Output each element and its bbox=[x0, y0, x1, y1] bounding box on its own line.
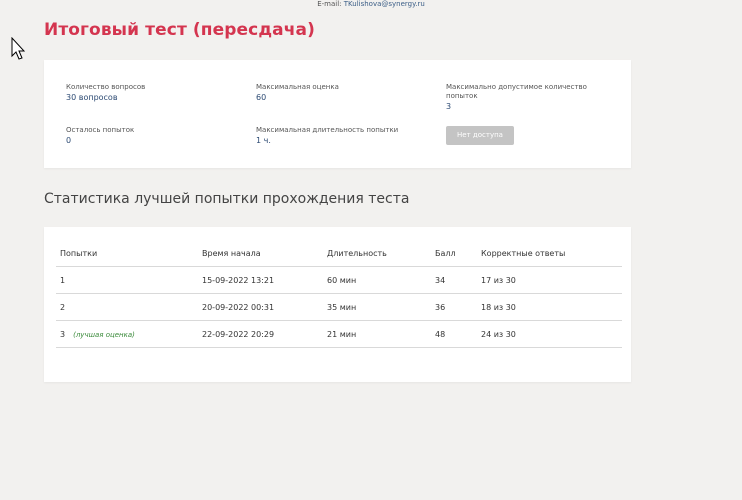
cell-duration: 35 мин bbox=[323, 293, 431, 321]
max-score: Максимальная оценка 60 bbox=[256, 83, 339, 102]
cell-correct: 18 из 30 bbox=[477, 293, 622, 321]
max-attempts-label: Максимально допустимое количество попыто… bbox=[446, 83, 587, 100]
cell-correct: 17 из 30 bbox=[477, 266, 622, 294]
max-duration: Максимальная длительность попытки 1 ч. bbox=[256, 126, 398, 145]
page-title: Итоговый тест (пересдача) bbox=[44, 20, 315, 40]
email-prefix: E-mail: bbox=[317, 0, 342, 8]
attempts-left: Осталось попыток 0 bbox=[66, 126, 134, 145]
best-score-label: (лучшая оценка) bbox=[73, 330, 135, 339]
cell-start: 15-09-2022 13:21 bbox=[198, 266, 323, 294]
max-duration-value: 1 ч. bbox=[256, 136, 271, 145]
attempts-left-label: Осталось попыток bbox=[66, 126, 135, 134]
mouse-cursor-icon bbox=[11, 37, 25, 60]
email-link[interactable]: TKulishova@synergy.ru bbox=[344, 0, 425, 8]
cell-attempt: 3 bbox=[60, 329, 66, 339]
email-line: E-mail: TKulishova@synergy.ru bbox=[0, 0, 742, 8]
questions-count-value: 30 вопросов bbox=[66, 93, 118, 102]
attempts-left-value: 0 bbox=[66, 136, 72, 145]
col-attempts: Попытки bbox=[56, 241, 198, 267]
col-start-time: Время начала bbox=[198, 241, 323, 267]
test-info-card: Количество вопросов 30 вопросов Максимал… bbox=[44, 60, 631, 168]
cell-start: 20-09-2022 00:31 bbox=[198, 293, 323, 321]
cell-score: 48 bbox=[431, 320, 477, 348]
stats-table: Попытки Время начала Длительность Балл К… bbox=[56, 241, 622, 348]
table-header-row: Попытки Время начала Длительность Балл К… bbox=[56, 241, 622, 267]
col-score: Балл bbox=[431, 241, 477, 267]
max-score-value: 60 bbox=[256, 93, 267, 102]
cell-attempt-best: 3 (лучшая оценка) bbox=[56, 320, 198, 348]
no-access-button[interactable]: Нет доступа bbox=[446, 126, 514, 145]
cell-start: 22-09-2022 20:29 bbox=[198, 320, 323, 348]
cell-score: 36 bbox=[431, 293, 477, 321]
cell-duration: 60 мин bbox=[323, 266, 431, 294]
cell-score: 34 bbox=[431, 266, 477, 294]
cell-attempt: 1 bbox=[56, 266, 198, 294]
col-correct: Корректные ответы bbox=[477, 241, 622, 267]
stats-title: Статистика лучшей попытки прохождения те… bbox=[44, 191, 410, 207]
table-row: 2 20-09-2022 00:31 35 мин 36 18 из 30 bbox=[56, 293, 622, 321]
questions-count-label: Количество вопросов bbox=[66, 83, 146, 91]
max-duration-label: Максимальная длительность попытки bbox=[256, 126, 399, 134]
stats-table-card: Попытки Время начала Длительность Балл К… bbox=[44, 227, 631, 382]
max-attempts: Максимально допустимое количество попыто… bbox=[446, 83, 596, 111]
cell-correct: 24 из 30 bbox=[477, 320, 622, 348]
cell-attempt: 2 bbox=[56, 293, 198, 321]
max-score-label: Максимальная оценка bbox=[256, 83, 339, 91]
table-row: 1 15-09-2022 13:21 60 мин 34 17 из 30 bbox=[56, 266, 622, 294]
col-duration: Длительность bbox=[323, 241, 431, 267]
cell-duration: 21 мин bbox=[323, 320, 431, 348]
table-row: 3 (лучшая оценка) 22-09-2022 20:29 21 мин… bbox=[56, 320, 622, 348]
questions-count: Количество вопросов 30 вопросов bbox=[66, 83, 145, 102]
max-attempts-value: 3 bbox=[446, 102, 452, 111]
